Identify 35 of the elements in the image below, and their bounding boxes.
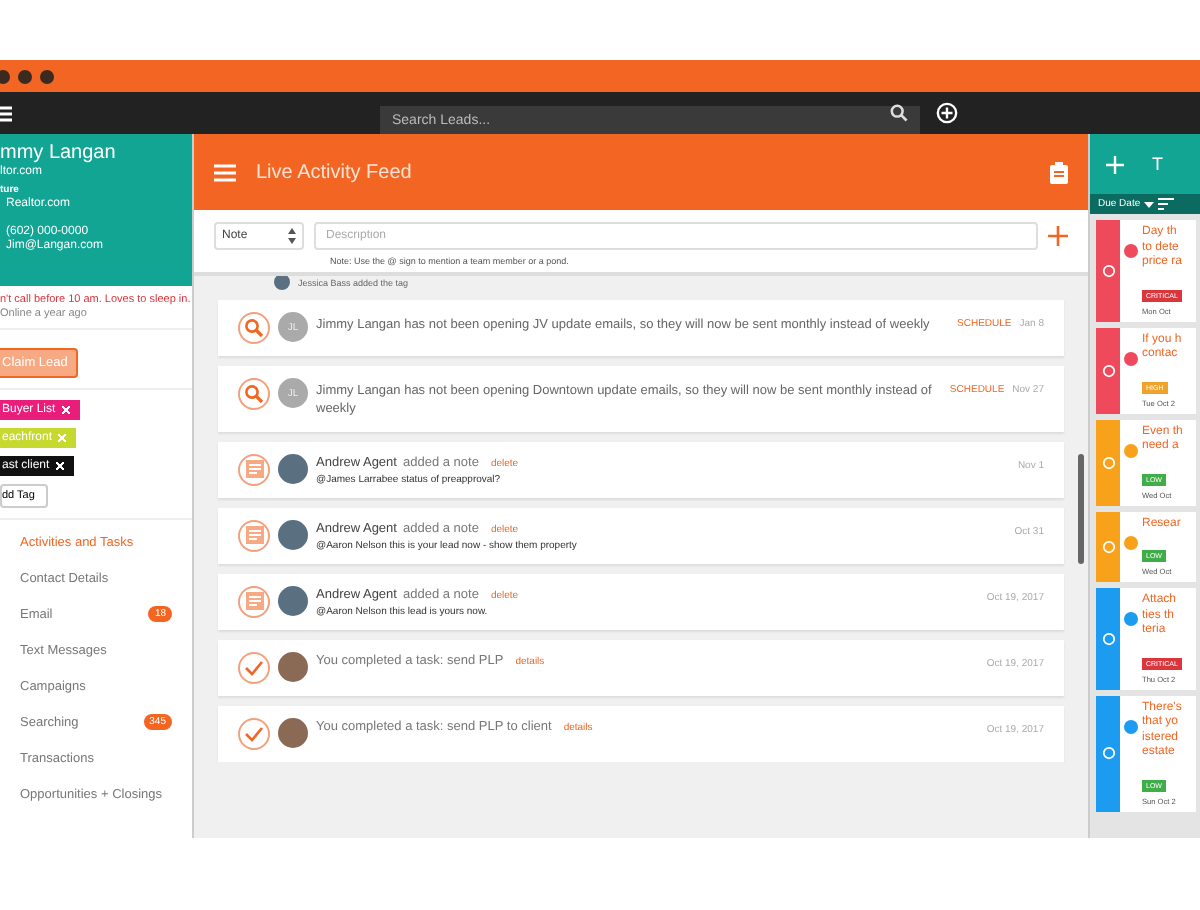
window-dot-icon[interactable] <box>18 69 32 83</box>
activity-type-icon <box>238 585 270 618</box>
activity-type-icon <box>238 378 270 410</box>
window-dot-icon[interactable] <box>40 69 54 83</box>
circle-icon <box>1101 455 1115 469</box>
add-icon[interactable] <box>936 102 958 124</box>
activity-type-icon <box>238 453 270 486</box>
avatar-icon <box>278 519 308 550</box>
updown-arrow-icon <box>288 228 296 244</box>
window-dot-icon[interactable] <box>0 69 10 83</box>
contact-name: mmy Langan <box>0 142 118 164</box>
search-icon[interactable] <box>890 104 908 122</box>
activity-type-icon <box>238 717 270 750</box>
scrollbar-thumb[interactable] <box>1078 454 1084 564</box>
avatar-icon <box>274 276 290 290</box>
circle-icon <box>1101 263 1115 278</box>
feed-title: Live Activity Feed <box>256 161 414 183</box>
activity-type-icon <box>238 651 270 684</box>
circle-icon <box>1101 746 1115 760</box>
menu-icon[interactable] <box>0 105 12 121</box>
avatar-icon <box>278 453 308 484</box>
close-icon[interactable] <box>55 462 64 470</box>
activity-type-icon <box>238 519 270 552</box>
circle-icon <box>1101 363 1115 377</box>
avatar-icon <box>278 717 308 748</box>
tasks-title: T <box>1152 154 1163 174</box>
plus-icon[interactable] <box>1048 226 1068 246</box>
circle-icon <box>1101 539 1115 554</box>
circle-icon <box>1101 631 1115 646</box>
clipboard-icon[interactable] <box>1050 161 1068 183</box>
caret-icon <box>1144 201 1155 207</box>
activity-type-icon <box>238 312 270 344</box>
avatar-icon <box>278 585 308 616</box>
avatar-icon <box>278 651 308 682</box>
filter-icon[interactable] <box>1158 198 1175 210</box>
